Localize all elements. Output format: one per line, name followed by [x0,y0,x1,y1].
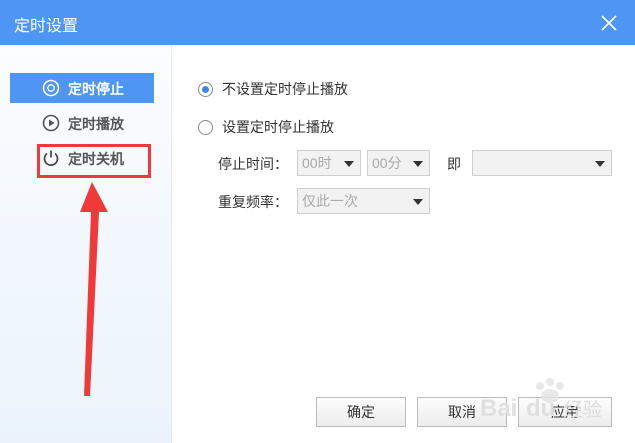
set-timer-label: 设置定时停止播放 [222,119,334,135]
chevron-down-icon [413,199,423,205]
sidebar-item-label: 定时停止 [68,81,124,97]
hour-select[interactable]: 00时 [297,150,361,176]
close-icon [601,15,617,31]
minute-value: 00分 [372,155,402,171]
no-timer-option[interactable]: 不设置定时停止播放 [198,79,348,99]
chevron-down-icon [344,161,354,167]
day-select[interactable] [472,150,612,176]
apply-button[interactable]: 应用 [518,397,612,427]
sidebar-item-label: 定时播放 [68,116,124,132]
title-bar: 定时设置 [0,0,635,45]
chevron-down-icon [595,161,605,167]
set-timer-radio[interactable] [198,119,213,135]
minute-select[interactable]: 00分 [367,150,430,176]
ok-button[interactable]: 确定 [316,397,406,427]
no-timer-radio[interactable] [198,81,213,97]
hour-value: 00时 [302,155,332,171]
window-title: 定时设置 [14,18,79,35]
timer-stop-icon [42,79,60,97]
repeat-value: 仅此一次 [302,193,358,209]
stop-time-label: 停止时间： [218,156,288,172]
annotation-highlight-box [37,144,151,178]
repeat-label: 重复频率： [218,194,288,210]
repeat-select[interactable]: 仅此一次 [297,188,430,214]
cancel-button[interactable]: 取消 [417,397,507,427]
set-timer-option[interactable]: 设置定时停止播放 [198,117,334,137]
chevron-down-icon [413,161,423,167]
sidebar: 定时停止 定时播放 定时关机 [0,45,172,443]
close-button[interactable] [599,13,619,33]
sidebar-item-timer-stop[interactable]: 定时停止 [10,73,154,103]
no-timer-label: 不设置定时停止播放 [222,81,348,97]
play-circle-icon [42,114,60,132]
sidebar-item-timer-play[interactable]: 定时播放 [10,108,154,138]
ji-label: 即 [447,156,461,172]
